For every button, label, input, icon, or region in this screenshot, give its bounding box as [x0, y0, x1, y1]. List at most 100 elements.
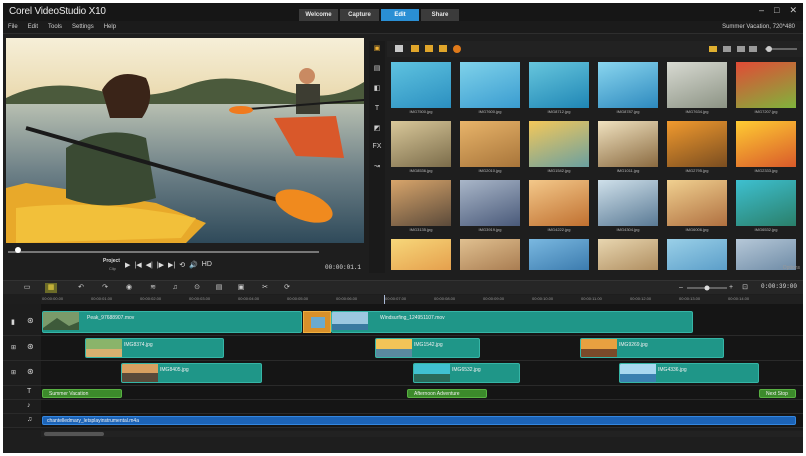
- library-thumbnail[interactable]: IMG6006.jpg: [667, 180, 727, 232]
- preview-timecode[interactable]: 00:00:01.1: [325, 264, 361, 271]
- scrubber-track[interactable]: [8, 251, 319, 253]
- music-track-icon[interactable]: ♫: [27, 416, 32, 423]
- path-icon[interactable]: ↝: [371, 161, 383, 173]
- zoom-out-icon[interactable]: –: [675, 283, 687, 293]
- fit-project-icon[interactable]: ⊡: [739, 283, 751, 293]
- library-thumbnail[interactable]: IMG7634.jpg: [667, 62, 727, 114]
- zoom-in-icon[interactable]: +: [725, 283, 737, 293]
- tab-share[interactable]: Share: [421, 9, 459, 21]
- audio-clip[interactable]: chantelledmary_letsplayinstrumental.m4a: [42, 416, 796, 425]
- video-track-icon[interactable]: ▮: [11, 318, 15, 326]
- storyboard-view-icon[interactable]: ▭: [21, 283, 33, 293]
- motion-tracking-icon[interactable]: ⊙: [191, 283, 203, 293]
- redo-icon[interactable]: ↷: [99, 283, 111, 293]
- options-button[interactable]: Options: [783, 265, 800, 271]
- title-track-icon[interactable]: T: [27, 388, 31, 395]
- library-thumbnail[interactable]: IMG8536.jpg: [391, 121, 451, 173]
- overlay-clip[interactable]: IMG1542.jpg: [375, 338, 480, 358]
- instant-project-icon[interactable]: ▤: [371, 63, 383, 75]
- title-clip[interactable]: Afternoon Adventure: [407, 389, 487, 398]
- library-thumbnail[interactable]: IMG3919.jpg: [460, 180, 520, 232]
- track-visibility-icon[interactable]: ⊛: [27, 342, 34, 351]
- sound-mixer-icon[interactable]: ≋: [147, 283, 159, 293]
- library-thumbnail[interactable]: IMG2795.jpg: [667, 121, 727, 173]
- multi-camera-icon[interactable]: ▣: [235, 283, 247, 293]
- library-thumbnail[interactable]: IMG2010.jpg: [460, 121, 520, 173]
- project-mode-label[interactable]: Project: [103, 258, 120, 264]
- library-thumbnail[interactable]: IMG6532.jpg: [736, 180, 796, 232]
- tab-welcome[interactable]: Welcome: [299, 9, 338, 21]
- play-button[interactable]: ▶: [125, 261, 130, 269]
- clip-thumbnail: [122, 364, 158, 382]
- library-thumbnail[interactable]: [667, 239, 727, 270]
- timeline-scrollbar-thumb[interactable]: [44, 432, 104, 436]
- repeat-button[interactable]: ⟲: [179, 261, 185, 269]
- track-visibility-icon[interactable]: ⊛: [27, 316, 34, 325]
- video-clip[interactable]: Windsurfing_124951107.mov: [331, 311, 693, 333]
- split-screen-icon[interactable]: ✂: [259, 283, 271, 293]
- library-thumbnail[interactable]: IMG1011.jpg: [598, 121, 658, 173]
- clip-mode-label[interactable]: Clip: [109, 266, 116, 271]
- library-thumbnail[interactable]: IMG7207.jpg: [736, 62, 796, 114]
- maximize-icon[interactable]: □: [774, 5, 779, 16]
- scrubber-handle[interactable]: [15, 247, 21, 253]
- auto-music-icon[interactable]: ♫: [169, 283, 181, 293]
- overlay-track-icon[interactable]: ⊞: [11, 369, 16, 376]
- home-button[interactable]: |◀: [134, 261, 141, 269]
- menu-settings[interactable]: Settings: [72, 24, 94, 30]
- undo-icon[interactable]: ↶: [75, 283, 87, 293]
- minimize-icon[interactable]: –: [759, 5, 764, 16]
- menu-file[interactable]: File: [8, 24, 18, 30]
- menu-tools[interactable]: Tools: [48, 24, 62, 30]
- hd-button[interactable]: HD: [202, 261, 212, 269]
- preview-scrubber[interactable]: [6, 247, 364, 255]
- graphic-icon[interactable]: ◩: [371, 123, 383, 135]
- library-thumbnail[interactable]: IMG8712.jpg: [529, 62, 589, 114]
- title-icon[interactable]: T: [371, 103, 383, 115]
- library-thumbnail[interactable]: IMG4304.jpg: [598, 180, 658, 232]
- library-thumbnail[interactable]: IMG3135.jpg: [391, 180, 451, 232]
- library-thumbnail[interactable]: [460, 239, 520, 270]
- overlay-clip[interactable]: IMG4336.jpg: [619, 363, 759, 383]
- volume-button[interactable]: 🔊: [189, 261, 198, 269]
- timeline-ruler[interactable]: 00:00:00.00 00:00:01.00 00:00:02.00 00:00:0…: [41, 295, 803, 304]
- overlay-clip[interactable]: IMG8374.jpg: [85, 338, 224, 358]
- timeline-scrollbar[interactable]: [41, 431, 803, 437]
- library-thumbnail[interactable]: [529, 239, 589, 270]
- end-button[interactable]: ▶|: [168, 261, 175, 269]
- library-thumbnail[interactable]: IMG7600.jpg: [460, 62, 520, 114]
- video-clip[interactable]: Peak_97688907.mov: [42, 311, 302, 333]
- library-thumbnail[interactable]: IMG7500.jpg: [391, 62, 451, 114]
- timeline-zoom-slider[interactable]: [687, 285, 727, 291]
- previous-frame-button[interactable]: ◀|: [146, 261, 153, 269]
- media-icon[interactable]: ▣: [371, 43, 383, 55]
- tab-edit[interactable]: Edit: [381, 9, 419, 21]
- next-frame-button[interactable]: |▶: [157, 261, 164, 269]
- overlay-track-icon[interactable]: ⊞: [11, 344, 16, 351]
- overlay-clip[interactable]: IMG8405.jpg: [121, 363, 262, 383]
- track-visibility-icon[interactable]: ⊛: [27, 367, 34, 376]
- title-clip[interactable]: Next Stop: [759, 389, 796, 398]
- close-icon[interactable]: ✕: [789, 5, 797, 16]
- timeline-view-icon[interactable]: ▦: [45, 283, 57, 293]
- tab-capture[interactable]: Capture: [340, 9, 379, 21]
- library-thumbnail[interactable]: IMG4222.jpg: [529, 180, 589, 232]
- library-thumbnail[interactable]: IMG1542.jpg: [529, 121, 589, 173]
- smart-proxy-icon[interactable]: ⟳: [281, 283, 293, 293]
- transition-icon[interactable]: ◧: [371, 83, 383, 95]
- transition-block[interactable]: [303, 311, 331, 333]
- menu-edit[interactable]: Edit: [28, 24, 38, 30]
- menu-help[interactable]: Help: [104, 24, 116, 30]
- subtitle-editor-icon[interactable]: ▤: [213, 283, 225, 293]
- record-capture-icon[interactable]: ◉: [123, 283, 135, 293]
- voice-track-icon[interactable]: ♪: [27, 402, 31, 409]
- filter-icon[interactable]: FX: [371, 141, 383, 153]
- library-thumbnail[interactable]: [391, 239, 451, 270]
- overlay-clip[interactable]: IMG9269.jpg: [580, 338, 724, 358]
- library-thumbnail[interactable]: IMG2333.jpg: [736, 121, 796, 173]
- overlay-clip[interactable]: IMG6532.jpg: [413, 363, 520, 383]
- library-thumbnail[interactable]: [598, 239, 658, 270]
- title-clip[interactable]: Summer Vacation: [42, 389, 122, 398]
- preview-window[interactable]: [6, 38, 364, 243]
- library-thumbnail[interactable]: IMG8787.jpg: [598, 62, 658, 114]
